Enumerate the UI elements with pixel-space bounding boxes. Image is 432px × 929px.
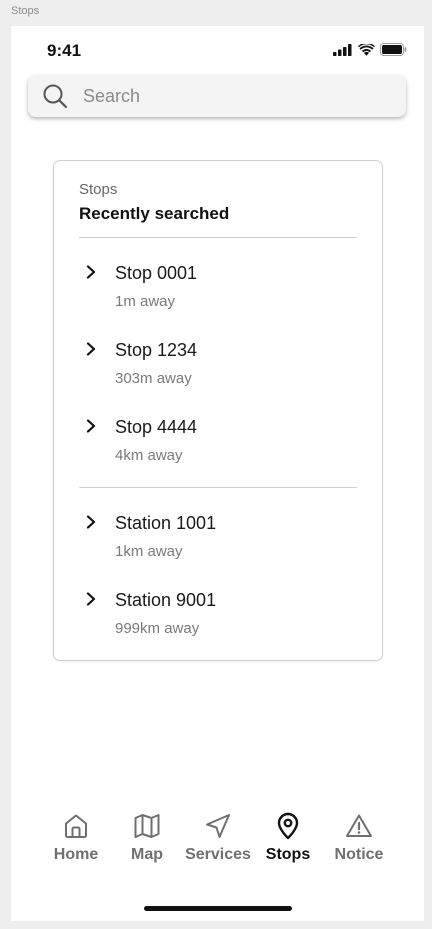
tab-map[interactable]: Map <box>111 812 183 872</box>
stop-name: Stop 1234 <box>115 340 198 360</box>
navigation-icon <box>206 814 230 838</box>
station-name: Station 1001 <box>115 513 217 533</box>
stop-distance: 4km away <box>115 447 183 464</box>
list-item-station[interactable]: Station 9001 999km away <box>79 589 357 649</box>
stop-distance: 1m away <box>115 293 176 310</box>
card-heading: Recently searched <box>79 204 230 223</box>
battery-icon <box>380 43 407 56</box>
search-bar[interactable] <box>28 75 406 117</box>
bottom-tab-bar: Home Map Services Stops Notice <box>40 812 398 872</box>
station-distance: 1km away <box>115 543 183 560</box>
tab-label: Services <box>185 846 251 863</box>
list-item-stop[interactable]: Stop 4444 4km away <box>79 416 357 476</box>
chevron-right-icon <box>86 419 96 433</box>
tab-label: Notice <box>334 846 384 863</box>
tab-notice[interactable]: Notice <box>323 812 395 872</box>
tab-services[interactable]: Services <box>182 812 254 872</box>
tab-label: Stops <box>265 846 311 863</box>
status-time: 9:41 <box>47 41 82 60</box>
tab-home[interactable]: Home <box>40 812 112 872</box>
list-item-stop[interactable]: Stop 1234 303m away <box>79 339 357 399</box>
list-item-station[interactable]: Station 1001 1km away <box>79 512 357 572</box>
chevron-right-icon <box>86 265 96 279</box>
search-input[interactable] <box>81 84 385 108</box>
phone-screen: 9:41 Stops Recently searched <box>11 26 424 921</box>
frame-label: Stops <box>11 5 40 17</box>
status-icons <box>333 43 407 56</box>
search-icon <box>43 84 68 109</box>
wifi-icon <box>358 43 375 56</box>
warning-icon <box>346 814 372 837</box>
divider <box>79 487 357 488</box>
list-item-stop[interactable]: Stop 0001 1m away <box>79 262 357 322</box>
map-icon <box>134 814 160 838</box>
stop-name: Stop 4444 <box>115 417 198 437</box>
station-name: Station 9001 <box>115 590 217 610</box>
stop-name: Stop 0001 <box>115 263 198 283</box>
divider <box>79 237 357 238</box>
card-eyebrow: Stops <box>79 181 118 198</box>
home-indicator <box>144 906 292 911</box>
chevron-right-icon <box>86 342 96 356</box>
signal-icon <box>333 43 352 56</box>
recent-stops-card: Stops Recently searched Stop 0001 1m awa… <box>53 160 383 661</box>
station-distance: 999km away <box>115 620 200 637</box>
chevron-right-icon <box>86 592 96 606</box>
home-icon <box>65 814 87 838</box>
stop-distance: 303m away <box>115 370 192 387</box>
tab-label: Home <box>53 846 99 863</box>
tab-stops[interactable]: Stops <box>252 812 324 872</box>
chevron-right-icon <box>86 515 96 529</box>
tab-label: Map <box>131 846 163 863</box>
location-pin-icon <box>277 812 299 840</box>
